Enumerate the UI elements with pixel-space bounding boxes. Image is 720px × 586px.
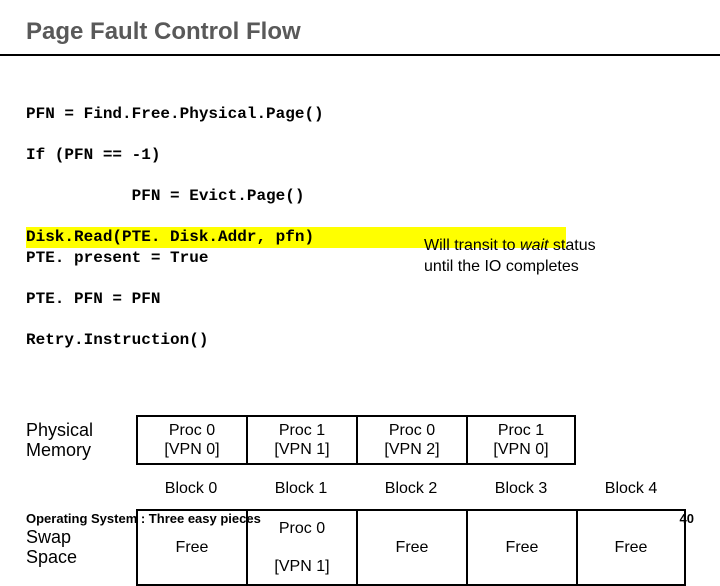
footer-source: Operating System : Three easy pieces xyxy=(26,511,261,526)
physical-memory-label: PhysicalMemory xyxy=(26,420,136,461)
mem-cell: Proc 1[VPN 0] xyxy=(466,415,576,465)
mem-cell: Proc 0[VPN 0] xyxy=(136,415,246,465)
physical-memory-row: PhysicalMemory Proc 0[VPN 0] Proc 1[VPN … xyxy=(26,415,694,465)
slide-title: Page Fault Control Flow xyxy=(26,18,694,46)
code-line: PFN = Evict.Page() xyxy=(26,186,694,206)
code-line: Retry.Instruction() xyxy=(26,330,694,350)
mem-cell: Proc 0[VPN 2] xyxy=(356,415,466,465)
code-line: PTE. PFN = PFN xyxy=(26,289,694,309)
tables: PhysicalMemory Proc 0[VPN 0] Proc 1[VPN … xyxy=(26,415,694,586)
footer: Operating System : Three easy pieces 40 xyxy=(26,511,694,526)
title-divider xyxy=(0,54,720,56)
block-header: Block 2 xyxy=(356,471,466,502)
block-header: Block 3 xyxy=(466,471,576,502)
page-number: 40 xyxy=(680,511,694,526)
block-header-row: Block 0 Block 1 Block 2 Block 3 Block 4 xyxy=(26,471,694,502)
block-header: Block 4 xyxy=(576,471,686,502)
annotation-wait-word: wait xyxy=(520,237,548,254)
block-header: Block 0 xyxy=(136,471,246,502)
code-line: PFN = Find.Free.Physical.Page() xyxy=(26,104,694,124)
swap-space-label: SwapSpace xyxy=(26,527,136,568)
block-header: Block 1 xyxy=(246,471,356,502)
annotation: Will transit to wait statusuntil the IO … xyxy=(424,236,596,278)
mem-cell: Proc 1[VPN 1] xyxy=(246,415,356,465)
code-line: If (PFN == -1) xyxy=(26,145,694,165)
